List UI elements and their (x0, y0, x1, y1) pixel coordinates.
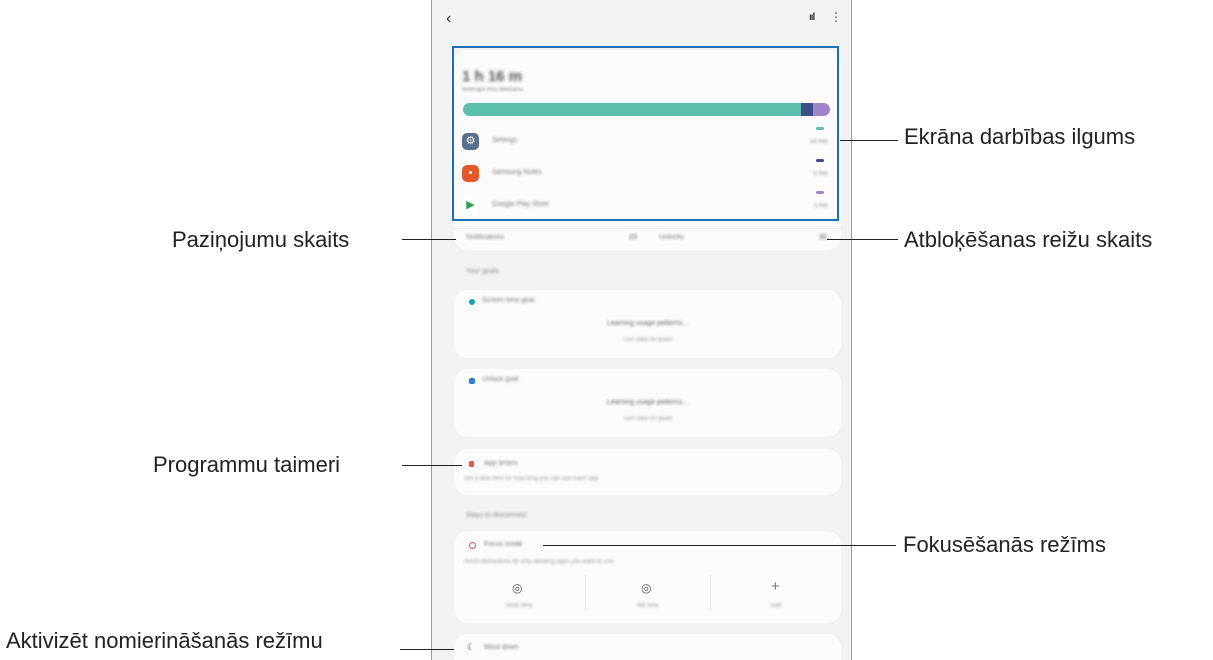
card-status: Learning usage patterns... (606, 399, 689, 406)
card-title: App timers (484, 460, 518, 467)
option-label: Add (770, 603, 782, 609)
leader-line (400, 649, 454, 650)
focus-option-add[interactable]: + Add (711, 575, 841, 619)
callout-screen-time: Ekrāna darbības ilgums (904, 124, 1136, 149)
goals-section-label: Your goals (466, 268, 499, 275)
card-title: Screen time goal (482, 297, 535, 304)
timer-icon (469, 299, 475, 305)
screen-time-goal-card[interactable]: Screen time goal Learning usage patterns… (454, 290, 841, 358)
app-timers-card[interactable]: App timers Set a time limit for how long… (454, 449, 841, 495)
notifications-value: 23 (629, 234, 637, 241)
leader-line (840, 140, 898, 141)
callout-app-timers: Programmu taimeri (153, 452, 341, 477)
callout-focus-mode: Fokusēšanās režīms (903, 532, 1106, 557)
card-status: Learning usage patterns... (606, 320, 689, 327)
lock-icon (469, 378, 475, 384)
leader-line (543, 545, 896, 546)
hourglass-icon (469, 461, 474, 467)
leader-line (402, 465, 462, 466)
card-hint: Turn data on goals (622, 416, 673, 422)
option-label: Work time (505, 603, 533, 609)
focus-option-me[interactable]: ◎ Me time (586, 575, 710, 619)
callout-wind-down: Aktivizēt nomierināšanās režīmu (6, 628, 323, 653)
add-icon: + (771, 578, 780, 595)
focus-icon (469, 542, 476, 549)
unlocks-label: Unlocks (659, 234, 684, 241)
divider (454, 228, 841, 229)
unlock-goal-card[interactable]: Unlock goal Learning usage patterns... T… (454, 369, 841, 437)
disconnect-section-label: Ways to disconnect (466, 512, 527, 519)
screen-time-highlight (452, 46, 839, 221)
wind-down-card[interactable]: ☾ Wind down (454, 634, 841, 660)
callout-notifications: Paziņojumu skaits (172, 227, 350, 252)
unlocks-value: 30 (819, 234, 827, 241)
work-time-icon: ◎ (512, 581, 523, 595)
callout-unlocks: Atbloķēšanas reižu skaits (904, 227, 1153, 252)
option-label: Me time (637, 603, 659, 609)
me-time-icon: ◎ (641, 581, 652, 595)
leader-line (827, 239, 898, 240)
back-icon[interactable]: ‹ (446, 10, 451, 28)
card-hint: Turn data on goals (622, 337, 673, 343)
card-desc: Avoid distractions by only allowing apps… (464, 559, 615, 565)
leader-line (402, 239, 456, 240)
signal-icon: ııl (809, 12, 815, 23)
focus-option-work[interactable]: ◎ Work time (454, 575, 584, 619)
card-title: Unlock goal (482, 376, 519, 383)
more-options-icon[interactable]: ⋮ (830, 10, 842, 24)
notifications-label: Notifications (466, 234, 505, 241)
card-desc: Set a time limit for how long you can us… (464, 476, 600, 482)
moon-icon: ☾ (467, 642, 476, 652)
top-bar: ‹ ııl ⋮ (432, 0, 851, 40)
card-title: Focus mode (484, 541, 523, 548)
card-title: Wind down (484, 644, 519, 651)
